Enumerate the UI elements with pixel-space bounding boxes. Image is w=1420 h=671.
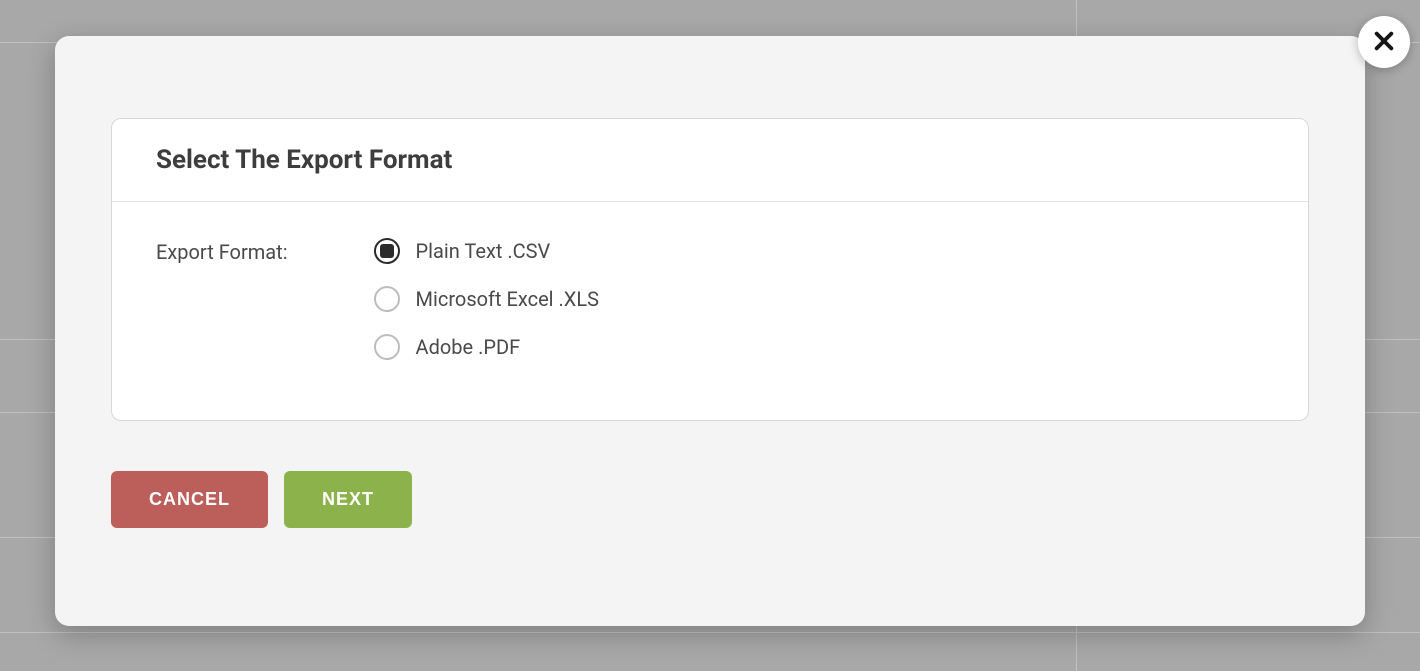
export-format-card: Select The Export Format Export Format: …: [111, 118, 1309, 421]
radio-label: Plain Text .CSV: [416, 239, 551, 263]
radio-icon: [374, 238, 400, 264]
radio-label: Microsoft Excel .XLS: [416, 287, 599, 311]
radio-option-pdf[interactable]: Adobe .PDF: [374, 334, 599, 360]
radio-icon: [374, 334, 400, 360]
card-header: Select The Export Format: [112, 119, 1308, 202]
close-button[interactable]: [1358, 16, 1410, 68]
export-format-radio-group: Plain Text .CSV Microsoft Excel .XLS Ado…: [374, 238, 599, 360]
next-button[interactable]: NEXT: [284, 471, 412, 528]
radio-icon: [374, 286, 400, 312]
close-icon: [1373, 30, 1395, 55]
field-label: Export Format:: [156, 238, 288, 360]
radio-option-csv[interactable]: Plain Text .CSV: [374, 238, 599, 264]
card-title: Select The Export Format: [156, 145, 1264, 175]
card-body: Export Format: Plain Text .CSV Microsoft…: [112, 202, 1308, 420]
radio-label: Adobe .PDF: [416, 335, 521, 359]
modal-actions: CANCEL NEXT: [111, 471, 1309, 528]
cancel-button[interactable]: CANCEL: [111, 471, 268, 528]
radio-option-xls[interactable]: Microsoft Excel .XLS: [374, 286, 599, 312]
export-modal: Select The Export Format Export Format: …: [55, 36, 1365, 626]
